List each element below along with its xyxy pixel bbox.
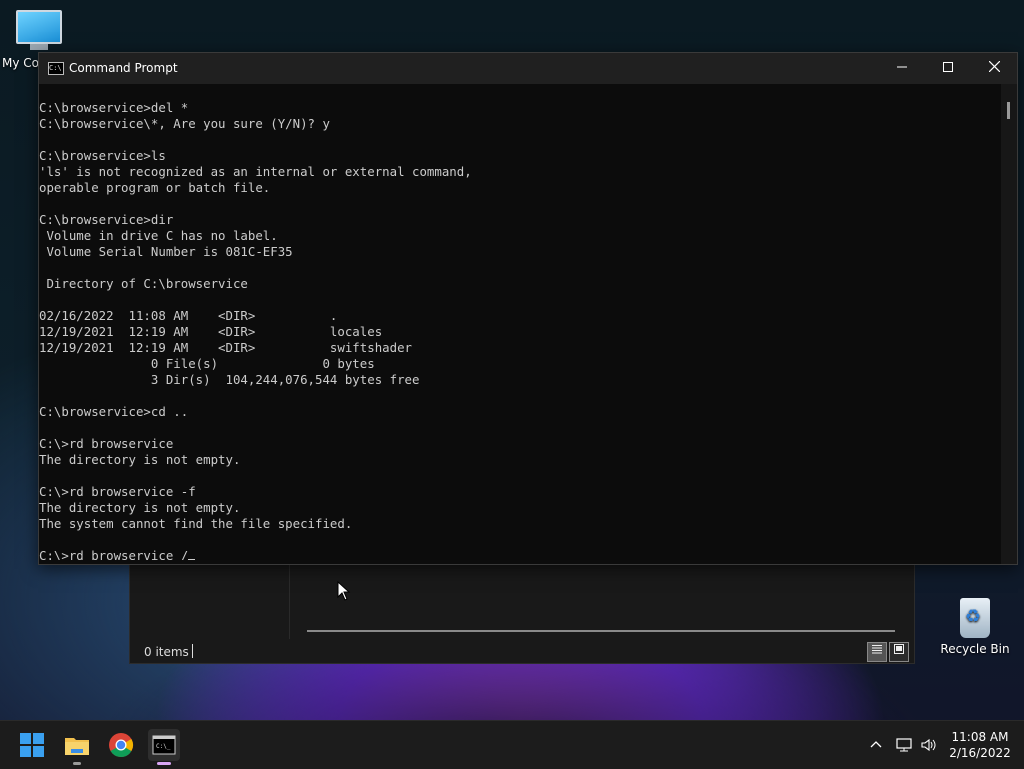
svg-text:C:\_: C:\_ xyxy=(156,743,171,750)
start-button[interactable] xyxy=(16,729,48,761)
console-line: The directory is not empty. xyxy=(39,500,241,515)
monitor-stand xyxy=(30,44,48,50)
console-line: 3 Dir(s) 104,244,076,544 bytes free xyxy=(39,372,420,387)
console-line: C:\>rd browservice xyxy=(39,436,174,451)
console-line: Volume Serial Number is 081C-EF35 xyxy=(39,244,293,259)
command-prompt-taskbar-button[interactable]: C:\_ xyxy=(148,729,180,765)
desktop-icon-recycle-bin[interactable]: Recycle Bin xyxy=(940,596,1010,656)
vertical-scrollbar[interactable] xyxy=(1001,84,1017,564)
console-input-line[interactable]: C:\>rd browservice / xyxy=(39,548,999,560)
maximize-button[interactable] xyxy=(925,53,971,84)
running-indicator xyxy=(73,762,81,765)
start-icon xyxy=(20,733,44,757)
file-explorer-icon xyxy=(65,738,89,755)
command-prompt-window[interactable]: C:\ Command Prompt C:\browservice>del * … xyxy=(38,52,1018,565)
console-output[interactable]: C:\browservice>del * C:\browservice\*, A… xyxy=(39,100,999,560)
status-bar: 0 items xyxy=(130,640,914,663)
close-button[interactable] xyxy=(971,53,1017,84)
console-lines: C:\browservice>del * C:\browservice\*, A… xyxy=(39,100,999,548)
console-line: The directory is not empty. xyxy=(39,452,241,467)
console-line: 12/19/2021 12:19 AM <DIR> locales xyxy=(39,324,383,339)
details-view-icon xyxy=(872,645,882,654)
show-hidden-icons-button[interactable] xyxy=(866,721,886,769)
console-line: C:\browservice>del * xyxy=(39,100,189,115)
title-bar[interactable]: C:\ Command Prompt xyxy=(39,53,1017,84)
clock-date: 2/16/2022 xyxy=(949,746,1011,760)
recycle-bin-icon xyxy=(960,598,990,638)
command-prompt-icon: C:\_ xyxy=(152,735,176,755)
console-line: C:\browservice>ls xyxy=(39,148,166,163)
desktop-icon-label: Recycle Bin xyxy=(940,642,1010,656)
close-icon xyxy=(988,60,1000,73)
minimize-icon xyxy=(897,66,907,68)
network-button[interactable] xyxy=(893,721,915,769)
console-line: 'ls' is not recognized as an internal or… xyxy=(39,164,472,179)
console-line: Volume in drive C has no label. xyxy=(39,228,278,243)
console-line: C:\>rd browservice -f xyxy=(39,484,196,499)
horizontal-scrollbar[interactable] xyxy=(307,630,895,632)
item-count: 0 items xyxy=(144,645,189,659)
command-prompt-icon: C:\ xyxy=(48,62,64,75)
file-explorer-taskbar-button[interactable] xyxy=(61,729,93,765)
large-icons-view-icon xyxy=(894,644,904,654)
console-line: C:\browservice>cd .. xyxy=(39,404,189,419)
text-cursor xyxy=(188,559,196,560)
console-line: C:\browservice\*, Are you sure (Y/N)? y xyxy=(39,116,330,131)
taskbar: C:\_ 11:08 AM 2/16/2022 xyxy=(0,720,1024,769)
console-line: C:\browservice>dir xyxy=(39,212,174,227)
file-explorer-window[interactable]: 0 items xyxy=(129,563,915,664)
chrome-icon xyxy=(109,733,134,758)
volume-button[interactable] xyxy=(918,721,940,769)
console-line: The system cannot find the file specifie… xyxy=(39,516,353,531)
clock-time: 11:08 AM xyxy=(951,730,1009,744)
console-line: 02/16/2022 11:08 AM <DIR> . xyxy=(39,308,338,323)
volume-icon xyxy=(921,738,936,752)
network-icon xyxy=(896,738,912,752)
chevron-up-icon xyxy=(870,741,882,748)
maximize-icon xyxy=(943,62,953,72)
monitor-icon xyxy=(16,10,62,44)
minimize-button[interactable] xyxy=(879,53,925,84)
chrome-taskbar-button[interactable] xyxy=(105,729,137,761)
active-indicator xyxy=(157,762,171,765)
console-line: 12/19/2021 12:19 AM <DIR> swiftshader xyxy=(39,340,412,355)
window-title: Command Prompt xyxy=(69,61,178,75)
navigation-pane[interactable] xyxy=(130,564,290,639)
scrollbar-thumb[interactable] xyxy=(1007,102,1010,119)
details-view-button[interactable] xyxy=(867,642,887,662)
clock[interactable]: 11:08 AM 2/16/2022 xyxy=(940,729,1020,761)
console-line: 0 File(s) 0 bytes xyxy=(39,356,375,371)
console-line: Directory of C:\browservice xyxy=(39,276,248,291)
command-input[interactable]: C:\>rd browservice / xyxy=(39,548,188,560)
large-icons-view-button[interactable] xyxy=(889,642,909,662)
status-separator xyxy=(192,644,193,658)
console-line: operable program or batch file. xyxy=(39,180,271,195)
